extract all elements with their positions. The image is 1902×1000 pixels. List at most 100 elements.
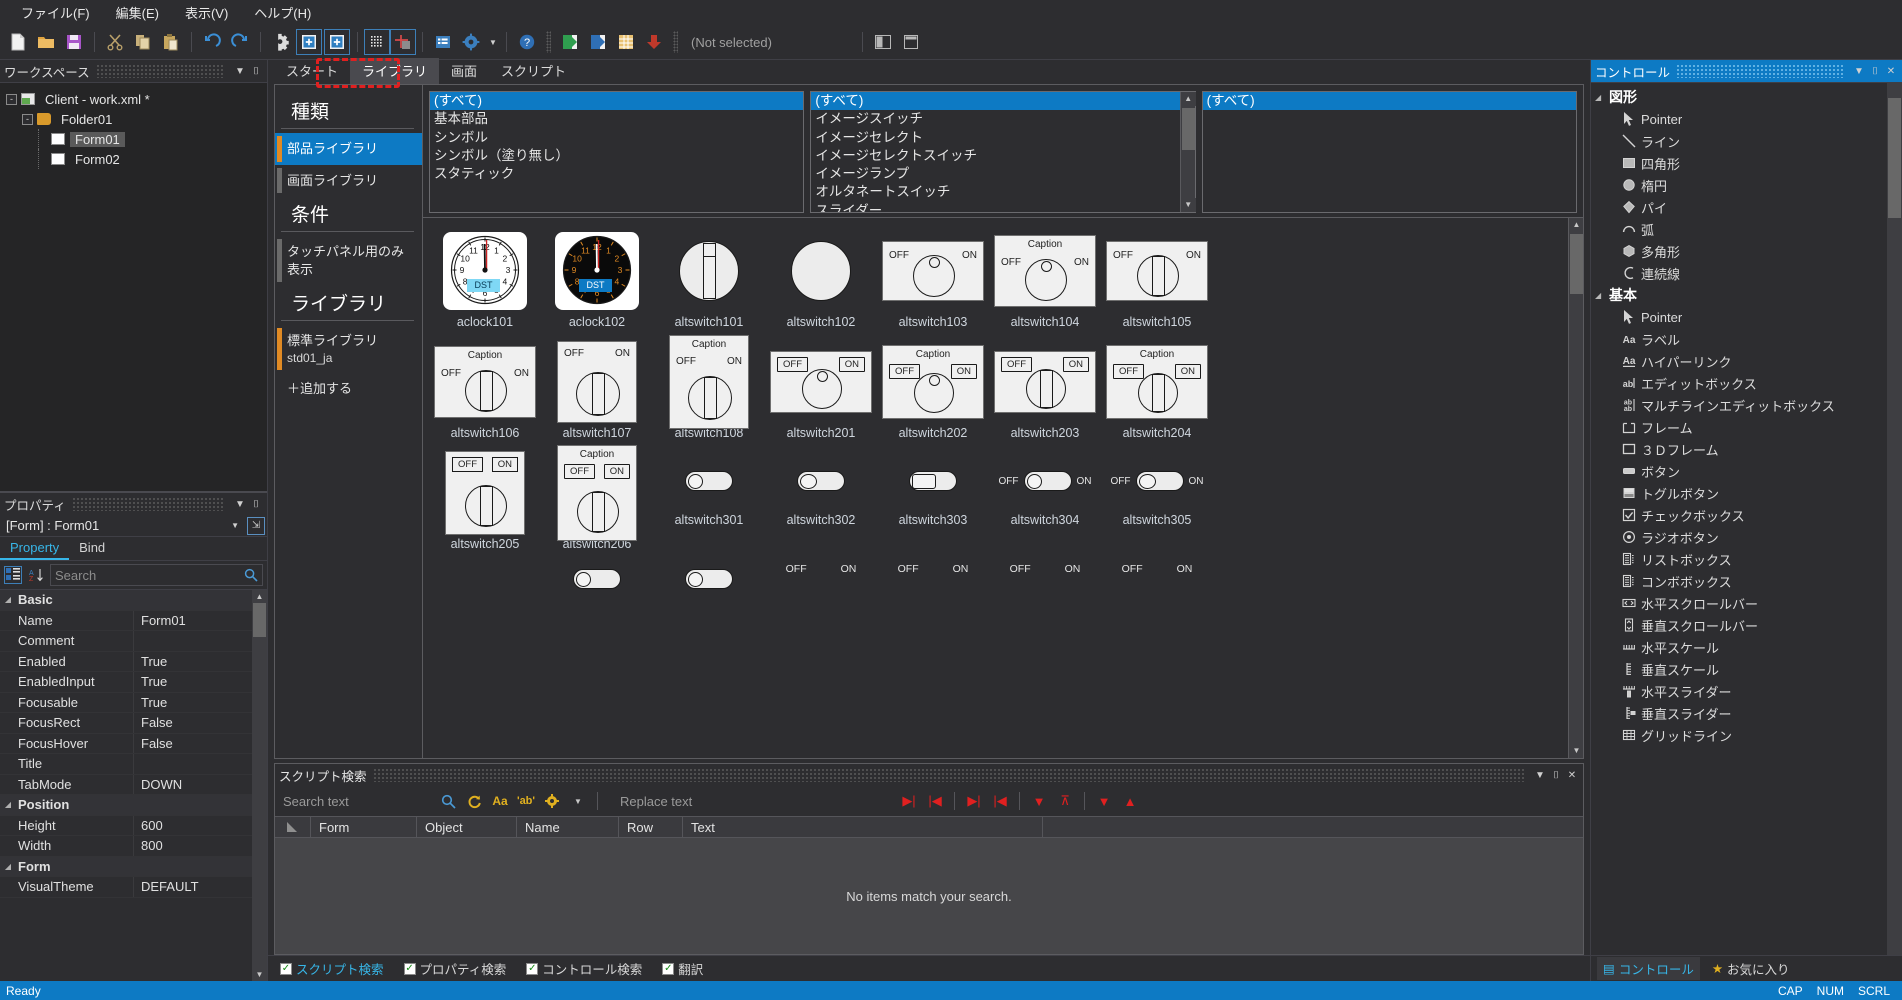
- controls-item-line[interactable]: ライン: [1591, 130, 1887, 152]
- property-row[interactable]: TabModeDOWN: [0, 775, 267, 796]
- close-icon[interactable]: ✕: [1884, 66, 1898, 77]
- replace-text-input[interactable]: [620, 794, 770, 809]
- bottom-tab-3[interactable]: ✓翻訳: [654, 957, 711, 980]
- categorized-view-icon[interactable]: [4, 566, 22, 584]
- library-item[interactable]: OFFONaltswitch201: [765, 339, 877, 446]
- controls-item-button[interactable]: ボタン: [1591, 460, 1887, 482]
- tree-node[interactable]: Form02: [0, 149, 267, 169]
- widget-off-button[interactable]: OFF: [564, 464, 595, 479]
- filter-option[interactable]: イメージセレクトスイッチ: [811, 147, 1179, 165]
- controls-group-header[interactable]: ◢基本: [1591, 284, 1887, 306]
- results-column-header[interactable]: Row: [619, 817, 683, 837]
- replace-all-next-icon[interactable]: ▶|: [963, 790, 985, 812]
- widget-on-button[interactable]: ON: [604, 464, 630, 479]
- property-value[interactable]: [133, 631, 267, 651]
- library-item[interactable]: CaptionOFFONaltswitch204: [1101, 339, 1213, 446]
- library-item[interactable]: OFFONaltswitch304: [989, 450, 1101, 557]
- scrollbar-thumb[interactable]: [253, 603, 266, 637]
- panel-menu-icon[interactable]: ▼: [233, 66, 247, 77]
- pin-icon[interactable]: ⌷: [249, 499, 263, 510]
- document-tab-1[interactable]: ライブラリ: [350, 58, 439, 84]
- dropdown-caret-icon[interactable]: ▼: [486, 29, 499, 55]
- tree-expander[interactable]: -: [6, 94, 17, 105]
- filter-option[interactable]: シンボル（塗り無し）: [430, 147, 803, 165]
- toggle-switch[interactable]: [685, 569, 733, 589]
- library-item[interactable]: CaptionOFFONaltswitch106: [429, 339, 541, 446]
- property-value[interactable]: DOWN: [133, 775, 267, 795]
- results-column-header[interactable]: Object: [417, 817, 517, 837]
- filter-option[interactable]: 基本部品: [430, 110, 803, 128]
- controls-tab-1[interactable]: ★お気に入り: [1706, 957, 1796, 980]
- property-search-box[interactable]: [50, 564, 263, 586]
- property-grid[interactable]: ◢BasicNameForm01CommentEnabledTrueEnable…: [0, 589, 267, 981]
- property-value[interactable]: True: [133, 652, 267, 672]
- expander-icon[interactable]: ◢: [1595, 291, 1609, 300]
- property-row[interactable]: EnabledInputTrue: [0, 672, 267, 693]
- property-row[interactable]: Width800: [0, 836, 267, 857]
- tree-expander[interactable]: -: [22, 114, 33, 125]
- library-item[interactable]: altswitch102: [765, 228, 877, 335]
- scroll-up-icon[interactable]: ▲: [1181, 92, 1196, 106]
- library-item[interactable]: altswitch101: [653, 228, 765, 335]
- scroll-down-icon[interactable]: ▼: [1181, 198, 1196, 212]
- expander-icon[interactable]: ◢: [0, 595, 16, 604]
- controls-item-pointer[interactable]: Pointer: [1591, 108, 1887, 130]
- controls-group-header[interactable]: ◢図形: [1591, 86, 1887, 108]
- library-item[interactable]: [541, 563, 653, 589]
- panel-menu-icon[interactable]: ▼: [1852, 66, 1866, 77]
- property-value[interactable]: True: [133, 693, 267, 713]
- library-item[interactable]: OFFONaltswitch107: [541, 339, 653, 446]
- library-item[interactable]: altswitch301: [653, 450, 765, 557]
- expander-icon[interactable]: ◢: [0, 862, 16, 871]
- filter-option[interactable]: (すべて): [1203, 92, 1576, 110]
- library-item[interactable]: OFFON: [1101, 563, 1213, 589]
- widget-on-button[interactable]: ON: [1063, 357, 1089, 372]
- filter-option[interactable]: スライダー: [811, 202, 1179, 212]
- filter-option[interactable]: シンボル: [430, 129, 803, 147]
- filter-option[interactable]: (すべて): [430, 92, 803, 110]
- toggle-switch[interactable]: [1024, 471, 1072, 491]
- checkbox-icon[interactable]: ✓: [280, 963, 292, 975]
- results-corner-cell[interactable]: [275, 817, 311, 837]
- replace-prev-icon[interactable]: |◀: [924, 790, 946, 812]
- controls-item-polygon[interactable]: 多角形: [1591, 240, 1887, 262]
- property-group-row[interactable]: ◢Form: [0, 857, 267, 878]
- controls-list[interactable]: ◢図形Pointerライン四角形楕円パイ弧多角形連続線◢基本PointerAaラ…: [1591, 83, 1887, 955]
- property-row[interactable]: VisualThemeDEFAULT: [0, 877, 267, 898]
- table-icon[interactable]: [613, 29, 639, 55]
- menu-item-2[interactable]: 表示(V): [172, 0, 241, 25]
- add-item-icon[interactable]: [324, 29, 350, 55]
- library-item[interactable]: 121234567891011DSTaclock101: [429, 228, 541, 335]
- library-filter-item[interactable]: 画面ライブラリ: [275, 165, 422, 197]
- controls-item-vscale[interactable]: 垂直スケール: [1591, 658, 1887, 680]
- list-icon[interactable]: [430, 29, 456, 55]
- filter-list-scrollbar[interactable]: ▲▼: [1180, 92, 1195, 212]
- results-column-header[interactable]: Form: [311, 817, 417, 837]
- toggle-switch[interactable]: [909, 471, 957, 491]
- library-item[interactable]: OFFONaltswitch305: [1101, 450, 1213, 557]
- controls-item-polyline[interactable]: 連続線: [1591, 262, 1887, 284]
- controls-item-ellipse[interactable]: 楕円: [1591, 174, 1887, 196]
- toggle-switch[interactable]: [573, 569, 621, 589]
- controls-item-listbox[interactable]: リストボックス: [1591, 548, 1887, 570]
- filter-option[interactable]: イメージセレクト: [811, 129, 1179, 147]
- widget-on-button[interactable]: ON: [1175, 364, 1201, 379]
- workspace-tree[interactable]: -Client - work.xml *-Folder01Form01Form0…: [0, 82, 267, 491]
- controls-item-pointer[interactable]: Pointer: [1591, 306, 1887, 328]
- filter-clear-icon[interactable]: ⊼: [1054, 790, 1076, 812]
- library-item[interactable]: altswitch303: [877, 450, 989, 557]
- property-row[interactable]: Height600: [0, 816, 267, 837]
- controls-scrollbar[interactable]: [1887, 83, 1902, 955]
- search-text-input[interactable]: [283, 794, 433, 809]
- controls-item-vslider[interactable]: 垂直スライダー: [1591, 702, 1887, 724]
- property-row[interactable]: Title: [0, 754, 267, 775]
- open-folder-icon[interactable]: [33, 29, 59, 55]
- library-item[interactable]: OFFON: [765, 563, 877, 589]
- redo-icon[interactable]: [227, 29, 253, 55]
- results-column-header[interactable]: Text: [683, 817, 1043, 837]
- replace-all-prev-icon[interactable]: |◀: [989, 790, 1011, 812]
- filter-option[interactable]: (すべて): [811, 92, 1179, 110]
- widget-off-button[interactable]: OFF: [1001, 357, 1032, 372]
- widget-off-button[interactable]: OFF: [1113, 364, 1144, 379]
- property-scrollbar[interactable]: ▲ ▼: [252, 590, 267, 981]
